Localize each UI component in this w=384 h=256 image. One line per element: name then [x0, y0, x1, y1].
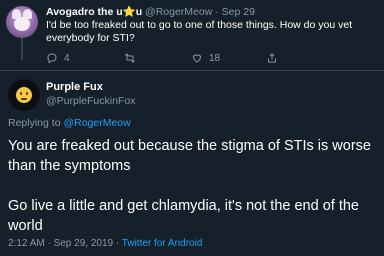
parent-tweet-text: I'd be too freaked out to go to one of t…: [46, 19, 353, 44]
star-emoji: ⭐: [122, 6, 136, 18]
thread-connector-line: [21, 38, 23, 60]
reply-count: 4: [64, 52, 70, 64]
reply-button[interactable]: 4: [46, 52, 70, 64]
retweet-icon: [125, 53, 135, 63]
tweet-timestamp[interactable]: 2:12 AM · Sep 29, 2019 ·: [8, 238, 119, 249]
tweet-text: You are freaked out because the stigma o…: [8, 136, 380, 236]
replying-to-label: Replying to: [8, 117, 61, 129]
tweet-source-link[interactable]: Twitter for Android: [122, 238, 203, 249]
tweet-metadata: 2:12 AM · Sep 29, 2019 · Twitter for And…: [8, 238, 202, 249]
avatar[interactable]: [6, 6, 38, 38]
heart-icon: [192, 54, 202, 63]
author-handle[interactable]: @PurpleFuckinFox: [46, 95, 135, 107]
divider: [0, 70, 384, 71]
tweet-thread: Avogadro the u⭐u @RogerMeow · Sep 29 I'd…: [0, 0, 384, 256]
like-count: 18: [209, 52, 221, 64]
tweet-paragraph-1: You are freaked out because the stigma o…: [8, 138, 371, 174]
parent-display-name[interactable]: Avogadro the u⭐u: [46, 6, 142, 18]
parent-date[interactable]: Sep 29: [222, 6, 255, 18]
replying-to: Replying to @RogerMeow: [8, 117, 131, 129]
share-button[interactable]: [266, 52, 278, 64]
tweet-paragraph-2: Go live a little and get chlamydia, it's…: [8, 198, 359, 234]
avatar[interactable]: [8, 79, 40, 111]
share-icon: [268, 53, 276, 63]
parent-handle[interactable]: @RogerMeow: [145, 6, 212, 18]
separator-dot: ·: [215, 6, 219, 18]
retweet-button[interactable]: [124, 52, 142, 64]
parent-tweet-header: Avogadro the u⭐u @RogerMeow · Sep 29: [46, 6, 255, 19]
replying-to-handle-link[interactable]: @RogerMeow: [63, 117, 130, 129]
sad-face-icon: [16, 87, 32, 103]
author-display-name[interactable]: Purple Fux: [46, 81, 103, 93]
parent-tweet-actions: 4 18: [46, 52, 346, 66]
like-button[interactable]: 18: [191, 52, 220, 64]
reply-icon: [47, 53, 57, 64]
